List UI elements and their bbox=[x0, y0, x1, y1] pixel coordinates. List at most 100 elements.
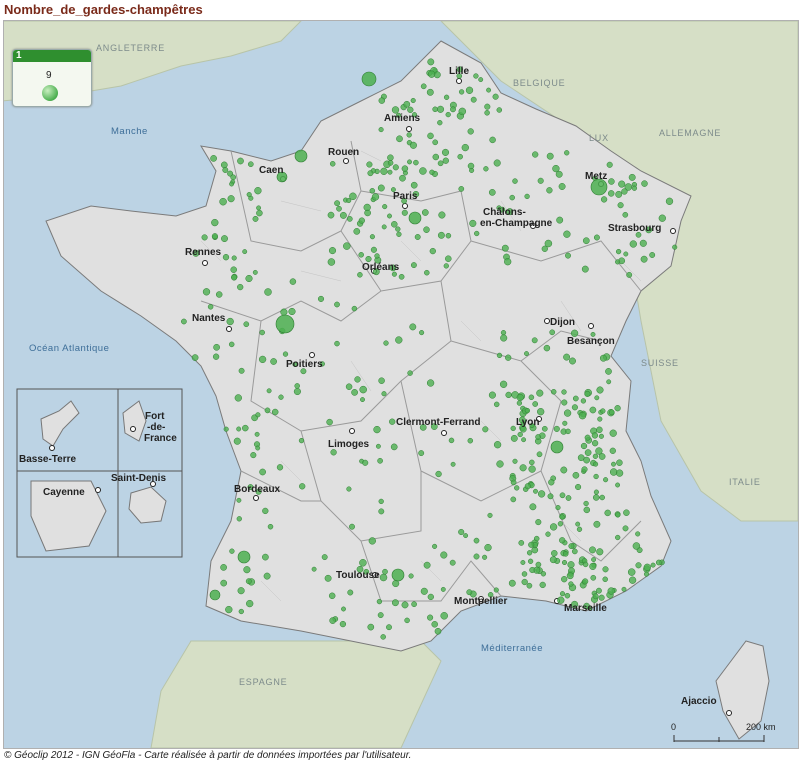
data-marker bbox=[583, 456, 590, 464]
data-marker bbox=[508, 579, 516, 587]
data-marker bbox=[524, 193, 530, 200]
data-marker bbox=[608, 178, 615, 185]
data-marker bbox=[631, 185, 638, 191]
data-marker bbox=[282, 351, 289, 357]
data-marker bbox=[483, 166, 489, 172]
data-marker bbox=[458, 89, 465, 95]
data-marker bbox=[551, 550, 558, 557]
data-marker bbox=[373, 425, 381, 434]
data-marker bbox=[414, 234, 421, 240]
data-marker bbox=[409, 323, 417, 331]
data-marker bbox=[445, 232, 452, 239]
data-marker bbox=[376, 598, 383, 605]
data-marker bbox=[543, 344, 551, 352]
data-marker bbox=[553, 425, 560, 432]
data-marker bbox=[380, 634, 386, 640]
data-marker bbox=[617, 202, 624, 209]
scale-bar bbox=[673, 735, 765, 742]
data-marker bbox=[560, 466, 568, 474]
data-marker bbox=[571, 548, 578, 555]
data-marker bbox=[380, 167, 388, 175]
data-marker bbox=[276, 464, 284, 471]
data-marker bbox=[561, 389, 567, 395]
data-marker bbox=[591, 440, 599, 447]
map-canvas[interactable]: Manche Océan Atlantique Méditerranée ANG… bbox=[4, 21, 798, 748]
data-marker bbox=[349, 523, 355, 530]
data-marker bbox=[448, 437, 455, 444]
data-marker bbox=[521, 578, 528, 586]
data-marker bbox=[254, 187, 262, 195]
data-marker bbox=[559, 492, 566, 499]
data-marker bbox=[505, 391, 512, 399]
data-marker bbox=[486, 87, 492, 93]
data-marker bbox=[575, 521, 581, 527]
data-marker-large bbox=[237, 550, 251, 564]
data-marker bbox=[599, 354, 607, 362]
data-marker bbox=[410, 262, 417, 269]
data-marker bbox=[383, 340, 389, 346]
data-marker bbox=[445, 255, 452, 262]
data-marker bbox=[420, 587, 428, 595]
data-marker bbox=[537, 408, 545, 416]
data-marker bbox=[561, 559, 568, 566]
data-marker bbox=[592, 593, 599, 600]
data-marker bbox=[567, 561, 575, 569]
data-marker bbox=[593, 473, 599, 480]
data-marker bbox=[489, 136, 496, 144]
data-marker bbox=[258, 355, 267, 364]
data-marker bbox=[563, 353, 571, 361]
data-marker bbox=[558, 183, 566, 190]
map-frame[interactable]: Manche Océan Atlantique Méditerranée ANG… bbox=[3, 20, 799, 749]
data-marker bbox=[211, 233, 218, 240]
data-marker bbox=[387, 154, 394, 161]
data-marker bbox=[427, 70, 436, 78]
data-marker bbox=[465, 86, 474, 94]
data-marker bbox=[247, 161, 254, 168]
data-marker bbox=[473, 537, 480, 544]
data-marker bbox=[583, 506, 591, 514]
overseas-label-fort: Fort bbox=[145, 411, 165, 422]
data-marker bbox=[605, 368, 612, 375]
data-marker bbox=[510, 479, 517, 486]
data-marker bbox=[379, 573, 388, 582]
data-marker bbox=[327, 211, 335, 219]
overseas-label-saint-denis: Saint-Denis bbox=[111, 473, 166, 484]
data-marker bbox=[378, 127, 384, 133]
data-marker bbox=[500, 330, 507, 336]
data-marker bbox=[467, 162, 475, 170]
data-marker bbox=[572, 395, 579, 402]
data-marker bbox=[528, 465, 536, 473]
data-marker bbox=[229, 548, 235, 554]
data-marker bbox=[229, 181, 235, 187]
data-marker bbox=[382, 568, 388, 575]
data-marker bbox=[401, 209, 408, 216]
data-marker bbox=[606, 379, 612, 385]
data-marker bbox=[220, 579, 228, 587]
data-marker bbox=[589, 546, 596, 554]
data-marker bbox=[212, 353, 220, 360]
data-marker bbox=[626, 271, 633, 278]
data-marker bbox=[351, 305, 358, 312]
data-marker bbox=[213, 343, 220, 351]
data-marker bbox=[457, 153, 463, 160]
data-marker bbox=[584, 449, 592, 456]
data-marker bbox=[358, 217, 365, 224]
data-marker bbox=[643, 563, 651, 571]
data-marker bbox=[246, 192, 252, 198]
data-marker bbox=[370, 246, 377, 253]
data-marker bbox=[389, 418, 396, 425]
data-marker bbox=[514, 485, 520, 491]
data-marker bbox=[219, 197, 227, 206]
data-marker bbox=[609, 447, 616, 454]
data-marker bbox=[341, 606, 346, 612]
data-marker bbox=[334, 200, 341, 207]
city-label-toulouse: Toulouse bbox=[336, 570, 380, 581]
city-label-chalons-2: en-Champagne bbox=[480, 218, 553, 229]
data-marker bbox=[329, 161, 336, 167]
data-marker bbox=[565, 495, 572, 501]
city-label-strasbourg: Strasbourg bbox=[608, 223, 661, 234]
data-marker bbox=[546, 187, 553, 194]
data-marker bbox=[419, 167, 427, 175]
data-marker bbox=[443, 94, 450, 100]
data-marker bbox=[298, 437, 305, 444]
